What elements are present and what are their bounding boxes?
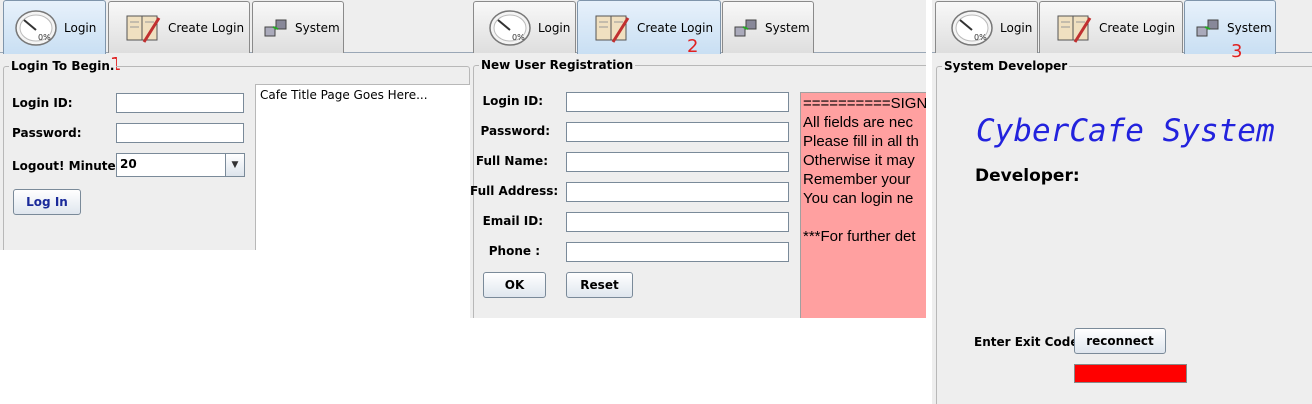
svg-text:0%: 0% xyxy=(512,33,525,42)
tab-login[interactable]: 0% Login xyxy=(473,1,576,53)
tab-login-label: Login xyxy=(1000,20,1033,35)
reg-login-id-label: Login ID: xyxy=(482,94,543,108)
tab-system[interactable]: System xyxy=(1184,0,1276,54)
speedometer-icon: 0% xyxy=(951,9,993,46)
info-line: All fields are nec xyxy=(803,114,914,131)
logout-minutes-label: Logout! Minutes: xyxy=(12,159,128,173)
ok-button[interactable]: OK xyxy=(483,272,546,298)
network-icon xyxy=(1196,19,1219,36)
svg-text:0%: 0% xyxy=(974,33,987,42)
network-icon xyxy=(734,19,757,36)
group-title: System Developer xyxy=(942,59,1070,73)
phone-label: Phone : xyxy=(488,244,540,258)
notebook-pen-icon xyxy=(1057,15,1092,43)
registration-panel: 0% Login Create Login System 2 New User … xyxy=(470,0,926,318)
reset-button[interactable]: Reset xyxy=(566,272,633,298)
tab-system-label: System xyxy=(1227,20,1272,35)
tab-login[interactable]: 0% Login xyxy=(3,0,106,54)
speedometer-icon: 0% xyxy=(15,9,57,46)
tab-login-label: Login xyxy=(538,20,571,35)
info-line: You can login ne xyxy=(803,190,914,207)
login-panel: 0% Login Create Login System 1 Login T xyxy=(0,0,470,250)
signup-info-box: ==========SIGN All fields are nec Please… xyxy=(800,92,926,318)
step-marker: 3 xyxy=(1231,41,1243,62)
login-id-input[interactable] xyxy=(116,93,244,113)
developer-label: Developer: xyxy=(975,166,1080,186)
network-icon xyxy=(264,19,287,36)
notebook-pen-icon xyxy=(595,15,630,43)
exit-code-label: Enter Exit Code: xyxy=(974,335,1084,349)
full-name-input[interactable] xyxy=(566,152,789,172)
svg-text:0%: 0% xyxy=(38,33,51,42)
tab-create-login[interactable]: Create Login xyxy=(108,1,250,53)
full-address-input[interactable] xyxy=(566,182,789,202)
full-address-label: Full Address: xyxy=(470,184,559,198)
tab-login[interactable]: 0% Login xyxy=(935,1,1038,53)
tab-create-login-label: Create Login xyxy=(637,20,714,35)
reconnect-button[interactable]: reconnect xyxy=(1074,328,1166,354)
phone-input[interactable] xyxy=(566,242,789,262)
info-line xyxy=(803,208,926,227)
tab-create-login-label: Create Login xyxy=(1099,20,1176,35)
tab-strip: 0% Login Create Login System xyxy=(932,0,1312,54)
password-label: Password: xyxy=(12,126,82,140)
info-line: Please fill in all th xyxy=(803,133,919,150)
tab-login-label: Login xyxy=(64,20,97,35)
tab-system[interactable]: System xyxy=(252,1,344,53)
system-panel: 0% Login Create Login System 3 System De… xyxy=(932,0,1312,404)
info-line: Otherwise it may xyxy=(803,152,915,169)
info-line: ==========SIGN xyxy=(803,95,926,112)
logout-minutes-value: 20 xyxy=(120,157,137,171)
email-id-input[interactable] xyxy=(566,212,789,232)
group-title: New User Registration xyxy=(479,58,636,72)
tab-create-login[interactable]: Create Login xyxy=(577,0,721,54)
login-id-label: Login ID: xyxy=(12,96,73,110)
email-id-label: Email ID: xyxy=(482,214,543,228)
info-line: ***For further det xyxy=(803,228,916,245)
cybercafe-brand-title: CyberCafe System xyxy=(976,113,1275,149)
reg-password-input[interactable] xyxy=(566,122,789,142)
notebook-pen-icon xyxy=(126,15,161,43)
speedometer-icon: 0% xyxy=(489,9,531,46)
full-name-label: Full Name: xyxy=(475,154,548,168)
cafe-title-area: Cafe Title Page Goes Here... xyxy=(255,84,470,250)
tab-strip: 0% Login Create Login System xyxy=(0,0,470,54)
step-marker: 2 xyxy=(687,36,699,57)
chevron-down-icon[interactable]: ▼ xyxy=(225,154,244,176)
reg-login-id-input[interactable] xyxy=(566,92,789,112)
tab-system[interactable]: System xyxy=(722,1,814,53)
reg-password-label: Password: xyxy=(480,124,551,138)
tab-create-login-label: Create Login xyxy=(168,20,245,35)
tab-create-login[interactable]: Create Login xyxy=(1039,1,1183,53)
logout-minutes-select[interactable]: 20 ▼ xyxy=(116,153,245,177)
password-input[interactable] xyxy=(116,123,244,143)
exit-status-bar xyxy=(1074,364,1187,383)
group-title: Login To Begin. xyxy=(9,59,117,73)
login-button[interactable]: Log In xyxy=(13,189,81,215)
tab-system-label: System xyxy=(765,20,810,35)
info-line: Remember your xyxy=(803,171,911,188)
tab-system-label: System xyxy=(295,20,340,35)
